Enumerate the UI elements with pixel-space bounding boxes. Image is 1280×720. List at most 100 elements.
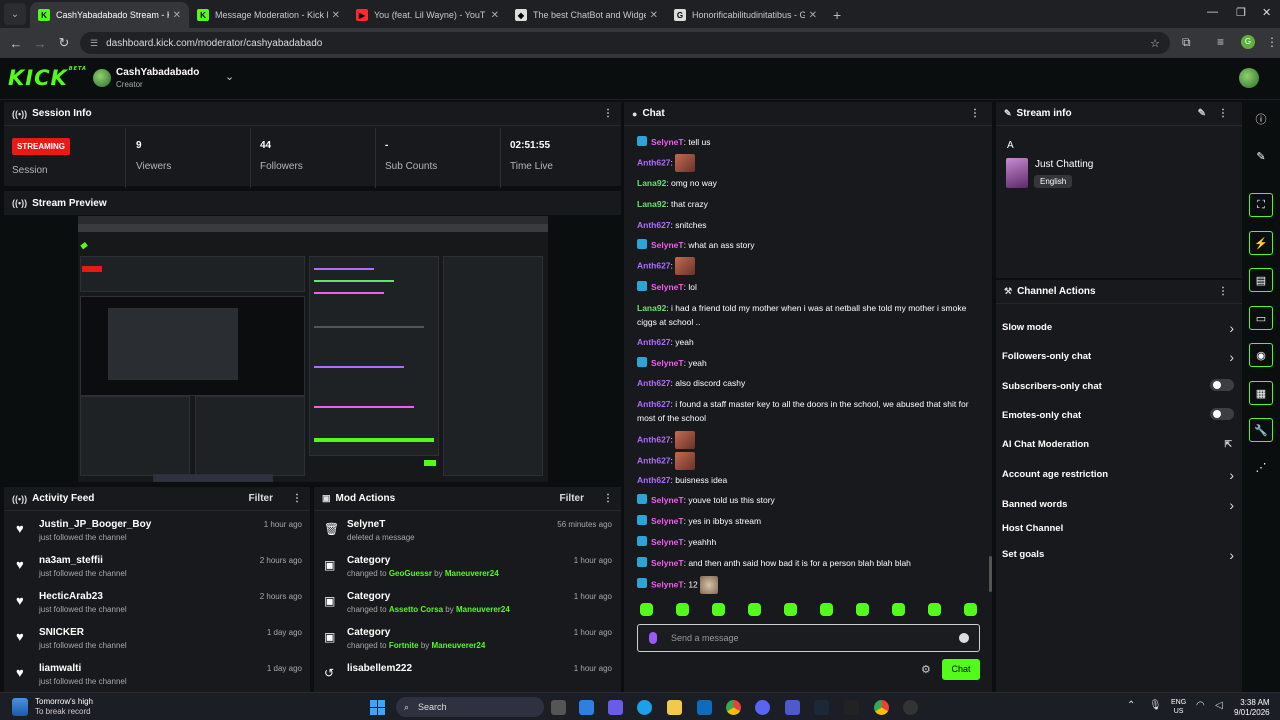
site-info-icon[interactable]: ☰: [90, 38, 98, 49]
close-tab-icon[interactable]: ✕: [650, 10, 658, 21]
chrome-icon[interactable]: [726, 700, 741, 715]
start-button[interactable]: [370, 700, 385, 715]
chat-message[interactable]: Anth627:: [637, 154, 977, 172]
new-tab-button[interactable]: +: [833, 7, 841, 23]
chevron-right-icon[interactable]: ›: [1229, 467, 1234, 483]
follower-name[interactable]: SNICKER: [39, 627, 84, 638]
chevron-right-icon[interactable]: ›: [1229, 320, 1234, 336]
tab-search-button[interactable]: ⌄: [4, 3, 26, 25]
chat-message[interactable]: Anth627: buisness idea: [637, 473, 977, 487]
mod-actions-menu-icon[interactable]: ⋮: [603, 493, 613, 504]
quick-emote[interactable]: [820, 603, 833, 616]
chat-username[interactable]: Anth627: [637, 475, 671, 485]
chrome-active-icon[interactable]: [874, 700, 889, 715]
channel-action-row[interactable]: Followers-only chat ›: [1002, 349, 1234, 373]
obs-icon[interactable]: [903, 700, 918, 715]
mod-action-user[interactable]: Maneuverer24: [432, 641, 486, 650]
quick-emote[interactable]: [856, 603, 869, 616]
close-tab-icon[interactable]: ✕: [332, 10, 340, 21]
chat-username[interactable]: SelyneT: [651, 516, 684, 526]
activity-row[interactable]: ♥ HecticArab23 just followed the channel 2 …: [4, 589, 310, 625]
activity-row[interactable]: ♥ SNICKER just followed the channel 1 day a…: [4, 625, 310, 661]
send-chat-button[interactable]: Chat: [942, 659, 980, 680]
chat-message[interactable]: Anth627:: [637, 257, 977, 275]
weather-widget[interactable]: Tomorrow's high To break record: [35, 697, 93, 717]
wifi-icon[interactable]: ◠: [1196, 700, 1205, 711]
chat-message[interactable]: SelyneT: tell us: [637, 135, 977, 149]
info-icon[interactable]: ⓘ: [1249, 107, 1273, 131]
activity-filter-button[interactable]: Filter: [249, 493, 273, 504]
close-tab-icon[interactable]: ✕: [173, 10, 181, 21]
discord-icon[interactable]: [755, 700, 770, 715]
stream-preview-video[interactable]: ◆: [78, 216, 548, 482]
microphone-tray-icon[interactable]: 🎙: [1149, 700, 1162, 711]
chat-message[interactable]: Lana92: that crazy: [637, 197, 977, 211]
chat-bubble-icon[interactable]: ▭: [1249, 306, 1273, 330]
channel-action-row[interactable]: Account age restriction ›: [1002, 467, 1234, 491]
mod-action-row[interactable]: ▣ Category changed to Assetto Corsa by Man…: [314, 589, 620, 625]
chevron-right-icon[interactable]: ›: [1229, 547, 1234, 563]
activity-row[interactable]: ♥ Justin_JP_Booger_Boy just followed the c…: [4, 517, 310, 553]
file-explorer-icon[interactable]: [667, 700, 682, 715]
chat-username[interactable]: Anth627: [637, 220, 671, 230]
task-view-icon[interactable]: [551, 700, 566, 715]
category-name[interactable]: Just Chatting: [1035, 159, 1093, 170]
chat-username[interactable]: SelyneT: [651, 495, 684, 505]
channel-action-row[interactable]: Banned words ›: [1002, 497, 1234, 521]
chat-username[interactable]: Anth627: [637, 434, 671, 444]
channel-action-row[interactable]: Slow mode ›: [1002, 320, 1234, 344]
chat-message[interactable]: Anth627:: [637, 431, 977, 449]
chat-message[interactable]: SelyneT: youve told us this story: [637, 493, 977, 507]
emoji-icon[interactable]: [959, 633, 969, 643]
terminal-icon[interactable]: [844, 700, 859, 715]
tray-chevron-icon[interactable]: ⌃: [1127, 700, 1135, 711]
chat-username[interactable]: SelyneT: [651, 537, 684, 547]
chat-message[interactable]: Anth627: i found a staff master key to a…: [637, 397, 977, 425]
channel-avatar[interactable]: [93, 69, 111, 87]
media-controls-icon[interactable]: ≡: [1217, 35, 1224, 49]
chat-message[interactable]: Lana92: i had a friend told my mother wh…: [637, 301, 977, 329]
chat-username[interactable]: Anth627: [637, 157, 671, 167]
chevron-right-icon[interactable]: ›: [1229, 349, 1234, 365]
volume-icon[interactable]: ◁: [1215, 700, 1223, 711]
weather-icon[interactable]: [12, 698, 28, 716]
reload-icon[interactable]: ↻: [52, 35, 76, 51]
chat-username[interactable]: Anth627: [637, 260, 671, 270]
lightning-icon[interactable]: ⚡: [1249, 231, 1273, 255]
browser-tab[interactable]: G Honorificabilitudinitatibus - Go ✕: [666, 2, 825, 28]
activity-menu-icon[interactable]: ⋮: [292, 493, 302, 504]
channel-switcher-chevron-icon[interactable]: ⌄: [225, 70, 234, 83]
chat-message[interactable]: SelyneT: and then anth said how bad it i…: [637, 556, 977, 570]
steam-icon[interactable]: [814, 700, 829, 715]
external-link-icon[interactable]: ⇱: [1224, 439, 1232, 450]
quick-emote[interactable]: [892, 603, 905, 616]
quick-emote[interactable]: [964, 603, 977, 616]
activity-row[interactable]: ♥ liamwalti just followed the channel 1 day…: [4, 661, 310, 692]
store-icon[interactable]: [579, 700, 594, 715]
chat-scrollbar[interactable]: [989, 556, 992, 592]
chat-message[interactable]: Lana92: omg no way: [637, 176, 977, 190]
channel-action-row[interactable]: Host Channel: [1002, 523, 1234, 545]
chat-username[interactable]: SelyneT: [651, 240, 684, 250]
microphone-icon[interactable]: [649, 632, 657, 644]
channel-action-row[interactable]: Emotes-only chat: [1002, 408, 1234, 432]
toggle-switch[interactable]: [1210, 408, 1234, 420]
chat-username[interactable]: Lana92: [637, 199, 666, 209]
mod-action-user[interactable]: Maneuverer24: [456, 605, 510, 614]
mod-action-user[interactable]: Maneuverer24: [445, 569, 499, 578]
address-bar[interactable]: ☰ dashboard.kick.com/moderator/cashyabad…: [80, 32, 1170, 54]
language-indicator[interactable]: ENG US: [1171, 698, 1186, 716]
follower-name[interactable]: Justin_JP_Booger_Boy: [39, 519, 151, 530]
copilot-icon[interactable]: [608, 700, 623, 715]
quick-emote[interactable]: [784, 603, 797, 616]
browser-tab[interactable]: K CashYabadabado Stream - Kick ✕: [30, 2, 189, 28]
bookmark-star-icon[interactable]: ☆: [1150, 37, 1160, 50]
toggle-switch[interactable]: [1210, 379, 1234, 391]
chat-username[interactable]: SelyneT: [651, 358, 684, 368]
taskbar-search[interactable]: ⌕ Search: [396, 697, 544, 717]
chat-username[interactable]: Lana92: [637, 303, 666, 313]
wrench-icon[interactable]: 🔧: [1249, 418, 1273, 442]
close-tab-icon[interactable]: ✕: [809, 10, 817, 21]
edge-icon[interactable]: [637, 700, 652, 715]
chat-message[interactable]: SelyneT: yes in ibbys stream: [637, 514, 977, 528]
